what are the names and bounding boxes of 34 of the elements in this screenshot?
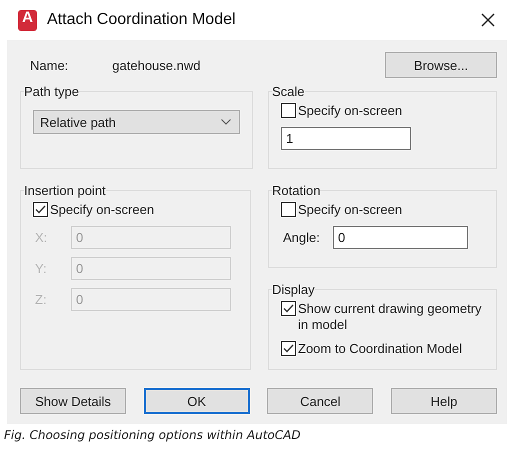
checkbox[interactable]	[33, 202, 48, 217]
coordinate-label: X:	[34, 230, 48, 245]
checkbox[interactable]	[281, 301, 296, 316]
angle-label: Angle:	[282, 230, 321, 245]
dialog-button[interactable]: Cancel	[267, 388, 374, 414]
group-title: Path type	[24, 84, 79, 99]
checkbox-label: Zoom to Coordination Model	[298, 341, 462, 357]
group-title: Insertion point	[24, 183, 106, 198]
group-title: Display	[272, 282, 315, 297]
checkbox-label: Specify on-screen	[298, 103, 402, 119]
dialog-button[interactable]: Help	[390, 388, 497, 414]
close-icon[interactable]	[481, 13, 495, 27]
checkbox-label: Specify on-screen	[298, 202, 402, 218]
app-logo: A	[18, 10, 37, 30]
figure-caption: Fig. Choosing positioning options within AutoCAD	[3, 427, 302, 442]
checkbox-label: Specify on-screen	[50, 202, 154, 218]
window-title: Attach Coordination Model	[47, 11, 237, 29]
group-title: Scale	[272, 84, 305, 99]
checkbox[interactable]	[281, 341, 296, 356]
input-field[interactable]: 1	[281, 127, 411, 150]
dialog-button[interactable]: OK	[144, 388, 250, 414]
browse-button[interactable]: Browse...	[385, 52, 497, 78]
input-field[interactable]: 0	[333, 226, 468, 249]
checkbox-label: Show current drawing geometry in model	[298, 301, 483, 333]
name-label: Name:	[30, 58, 68, 72]
file-name: gatehouse.nwd	[112, 58, 202, 72]
dialog-button[interactable]: Show Details	[20, 388, 126, 414]
chevron-icon	[221, 119, 231, 125]
coordinate-label: Z:	[34, 292, 48, 307]
coordinate-label: Y:	[34, 261, 48, 276]
path-type-dropdown[interactable]: Relative path	[33, 110, 240, 134]
checkbox[interactable]	[281, 103, 296, 118]
checkbox[interactable]	[281, 202, 296, 217]
group-title: Rotation	[272, 183, 320, 198]
